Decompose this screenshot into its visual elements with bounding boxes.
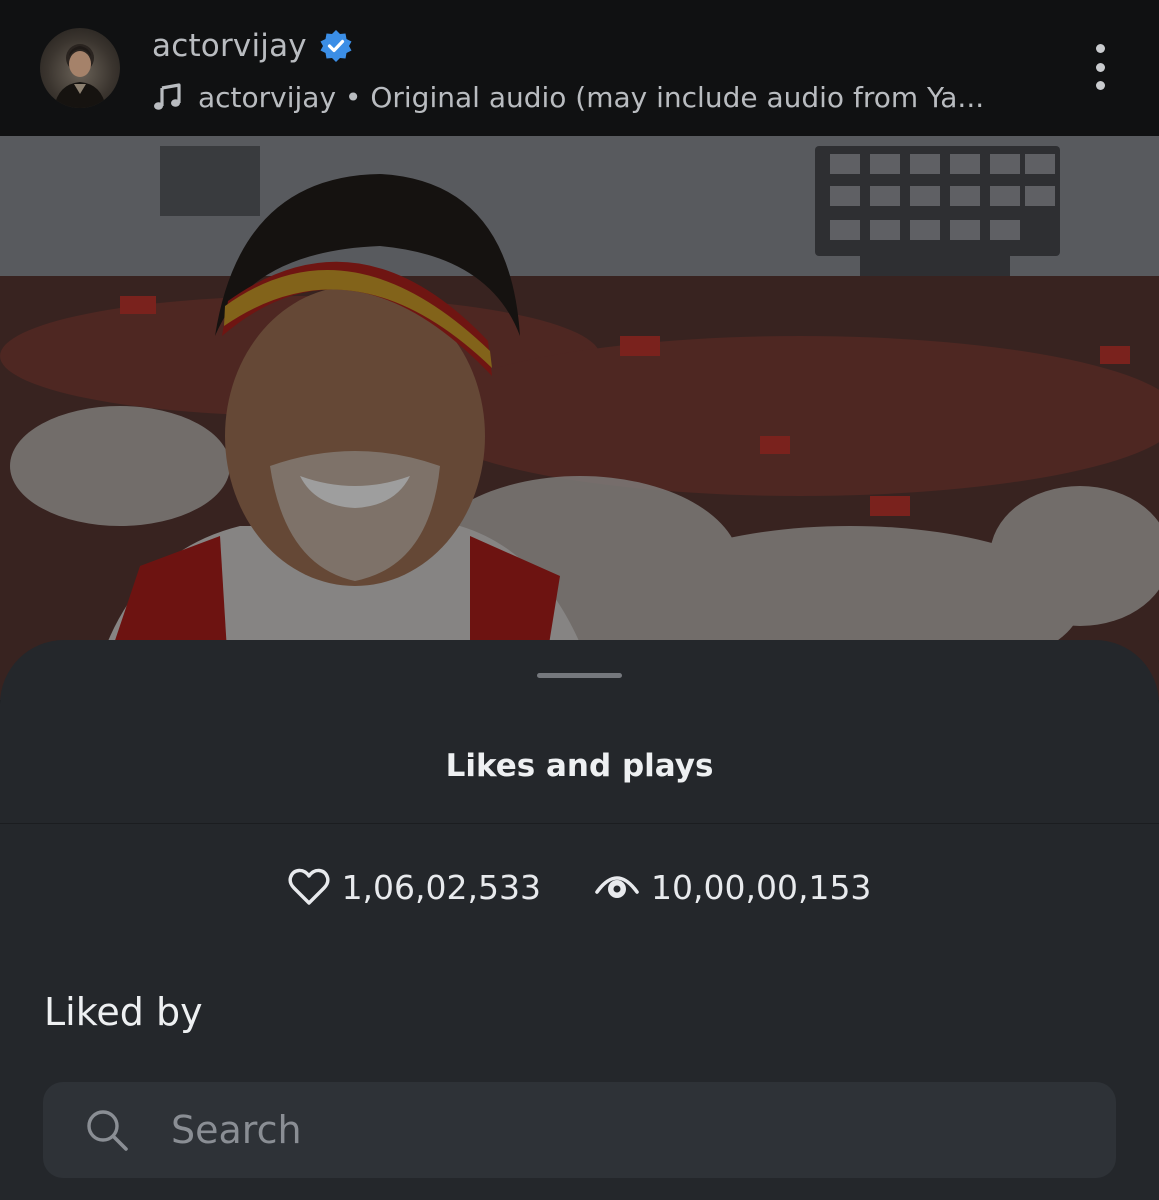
- search-icon: [87, 1110, 128, 1151]
- heart-icon: [288, 868, 330, 905]
- more-options-button[interactable]: [1084, 44, 1116, 90]
- audio-row[interactable]: actorvijay • Original audio (may include…: [152, 78, 984, 116]
- more-vertical-icon: [1095, 44, 1105, 53]
- verified-badge-icon: [320, 30, 352, 62]
- video-frame[interactable]: [0, 136, 1159, 700]
- post-header: actorvijay actorvijay • Original audio (…: [0, 0, 1159, 136]
- username-row: actorvijay: [152, 26, 353, 66]
- eye-icon: [595, 876, 639, 898]
- profile-avatar[interactable]: [40, 28, 120, 108]
- liked-by-heading: Liked by: [44, 990, 203, 1034]
- search-bar[interactable]: [43, 1082, 1116, 1178]
- username[interactable]: actorvijay: [152, 28, 307, 64]
- sheet-drag-handle[interactable]: [537, 673, 622, 678]
- video-dim-overlay: [0, 136, 1159, 700]
- plays-stat: 10,00,00,153: [595, 868, 871, 907]
- music-note-icon: [154, 83, 181, 110]
- avatar-portrait: [54, 44, 106, 108]
- likes-and-plays-sheet: Likes and plays 1,06,02,533 10,00,00,153…: [0, 640, 1159, 1200]
- stats-row: 1,06,02,533 10,00,00,153: [0, 865, 1159, 909]
- likes-count: 1,06,02,533: [341, 867, 541, 907]
- audio-attribution: actorvijay • Original audio (may include…: [198, 80, 985, 114]
- plays-count: 10,00,00,153: [651, 867, 872, 907]
- sheet-title: Likes and plays: [445, 748, 714, 784]
- sheet-divider: [0, 823, 1159, 824]
- search-input[interactable]: [171, 1108, 991, 1152]
- likes-stat: 1,06,02,533: [288, 868, 541, 907]
